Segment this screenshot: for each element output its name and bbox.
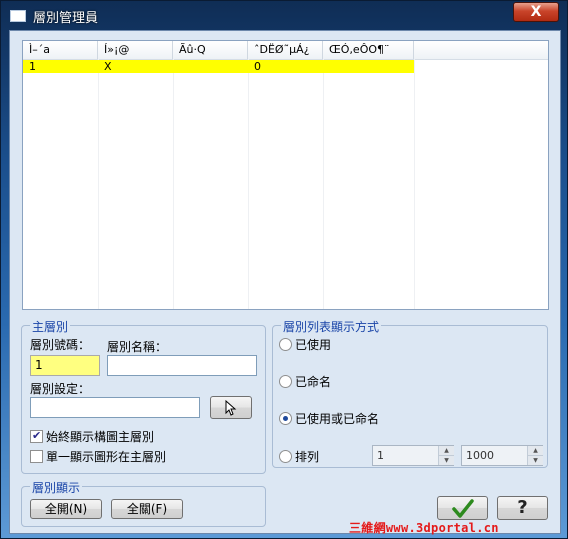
spin-down-icon[interactable]: ▼ <box>438 456 454 465</box>
range-from-value: 1 <box>377 449 384 462</box>
layer-number-label: 層別號碼： <box>30 338 91 352</box>
cell-name <box>173 60 179 73</box>
range-from-spin-buttons: ▲ ▼ <box>438 446 454 465</box>
grid-line <box>323 59 324 309</box>
layer-setting-label: 層別設定： <box>30 382 91 396</box>
always-show-checkbox[interactable]: ✔ <box>30 429 43 443</box>
column-header-2[interactable]: Í»¡@ <box>98 41 173 59</box>
cell-number: 1 <box>29 60 36 73</box>
single-show-label: 單一顯示圖形在主層別 <box>46 450 167 464</box>
radio-used[interactable] <box>279 338 292 351</box>
title-bar[interactable]: 層別管理員 X <box>1 1 567 29</box>
grid-line <box>414 59 415 309</box>
radio-range-label: 排列 <box>295 450 320 464</box>
window-icon <box>10 10 26 22</box>
all-off-button[interactable]: 全關(F) <box>111 499 183 519</box>
ok-button[interactable] <box>437 496 488 520</box>
radio-range[interactable] <box>279 450 292 463</box>
dialog-client-area: Ì–´a Í»¡@ Ãû·Q ˆDËØ˜µÁ¿ ŒÓ‚eÔO¶¨ 1 X 0 主… <box>9 30 561 534</box>
radio-named[interactable] <box>279 375 292 388</box>
layer-manager-window: 層別管理員 X Ì–´a Í»¡@ Ãû·Q ˆDËØ˜µÁ¿ ŒÓ‚eÔO¶¨… <box>0 0 568 539</box>
column-header-3[interactable]: Ãû·Q <box>173 41 248 59</box>
layer-number-input[interactable]: 1 <box>30 355 100 376</box>
always-show-label: 始終顯示構圖主層別 <box>46 430 155 444</box>
column-header-1[interactable]: Ì–´a <box>23 41 98 59</box>
display-mode-group: 層別列表顯示方式 已使用 已命名 已使用或已命名 排列 1 ▲ ▼ 1000 ▲… <box>272 318 548 468</box>
radio-used-label: 已使用 <box>295 338 332 352</box>
radio-used-or-named-label: 已使用或已命名 <box>295 412 380 426</box>
radio-selected-dot <box>283 416 288 421</box>
main-layer-group-title: 主層別 <box>30 318 71 335</box>
layer-name-input[interactable] <box>107 355 257 376</box>
checkmark-icon <box>451 499 474 518</box>
help-button[interactable]: ? <box>497 496 548 520</box>
layer-display-group: 層別顯示 全開(N) 全關(F) <box>21 479 266 527</box>
radio-named-label: 已命名 <box>295 375 332 389</box>
column-header-4[interactable]: ˆDËØ˜µÁ¿ <box>248 41 323 59</box>
spin-down-icon[interactable]: ▼ <box>527 456 543 465</box>
display-mode-group-title: 層別列表顯示方式 <box>281 318 382 335</box>
spin-up-icon[interactable]: ▲ <box>438 446 454 456</box>
cell-count: 0 <box>254 60 261 73</box>
question-mark-icon: ? <box>517 497 528 518</box>
cell-setting <box>323 60 329 73</box>
range-to-spin-buttons: ▲ ▼ <box>527 446 543 465</box>
single-show-checkbox[interactable] <box>30 450 43 463</box>
range-to-value: 1000 <box>466 449 494 462</box>
cursor-arrow-icon <box>225 399 237 416</box>
range-from-spinner[interactable]: 1 ▲ ▼ <box>372 445 454 466</box>
radio-used-or-named[interactable] <box>279 412 292 425</box>
close-button[interactable]: X <box>513 2 559 22</box>
window-title: 層別管理員 <box>33 11 99 26</box>
watermark-text: 三維網www.3dportal.cn <box>349 521 499 535</box>
layer-setting-input[interactable] <box>30 397 200 418</box>
grid-line <box>98 59 99 309</box>
pick-layer-button[interactable] <box>210 396 252 419</box>
cell-visible: X <box>104 60 112 73</box>
range-to-spinner[interactable]: 1000 ▲ ▼ <box>461 445 543 466</box>
layer-list[interactable]: Ì–´a Í»¡@ Ãû·Q ˆDËØ˜µÁ¿ ŒÓ‚eÔO¶¨ 1 X 0 <box>22 40 549 310</box>
grid-line <box>248 59 249 309</box>
layer-display-group-title: 層別顯示 <box>30 479 83 496</box>
all-on-button[interactable]: 全開(N) <box>30 499 102 519</box>
spin-up-icon[interactable]: ▲ <box>527 446 543 456</box>
column-header-5[interactable]: ŒÓ‚eÔO¶¨ <box>323 41 414 59</box>
grid-line <box>173 59 174 309</box>
table-row[interactable]: 1 X 0 <box>23 60 414 73</box>
layer-list-header: Ì–´a Í»¡@ Ãû·Q ˆDËØ˜µÁ¿ ŒÓ‚eÔO¶¨ <box>23 41 548 60</box>
layer-name-label: 層別名稱： <box>107 340 168 354</box>
main-layer-group: 主層別 層別號碼： 層別名稱： 1 層別設定： ✔ 始終顯示構圖主層別 單一顯示… <box>21 318 266 474</box>
checkmark-icon: ✔ <box>32 429 42 442</box>
